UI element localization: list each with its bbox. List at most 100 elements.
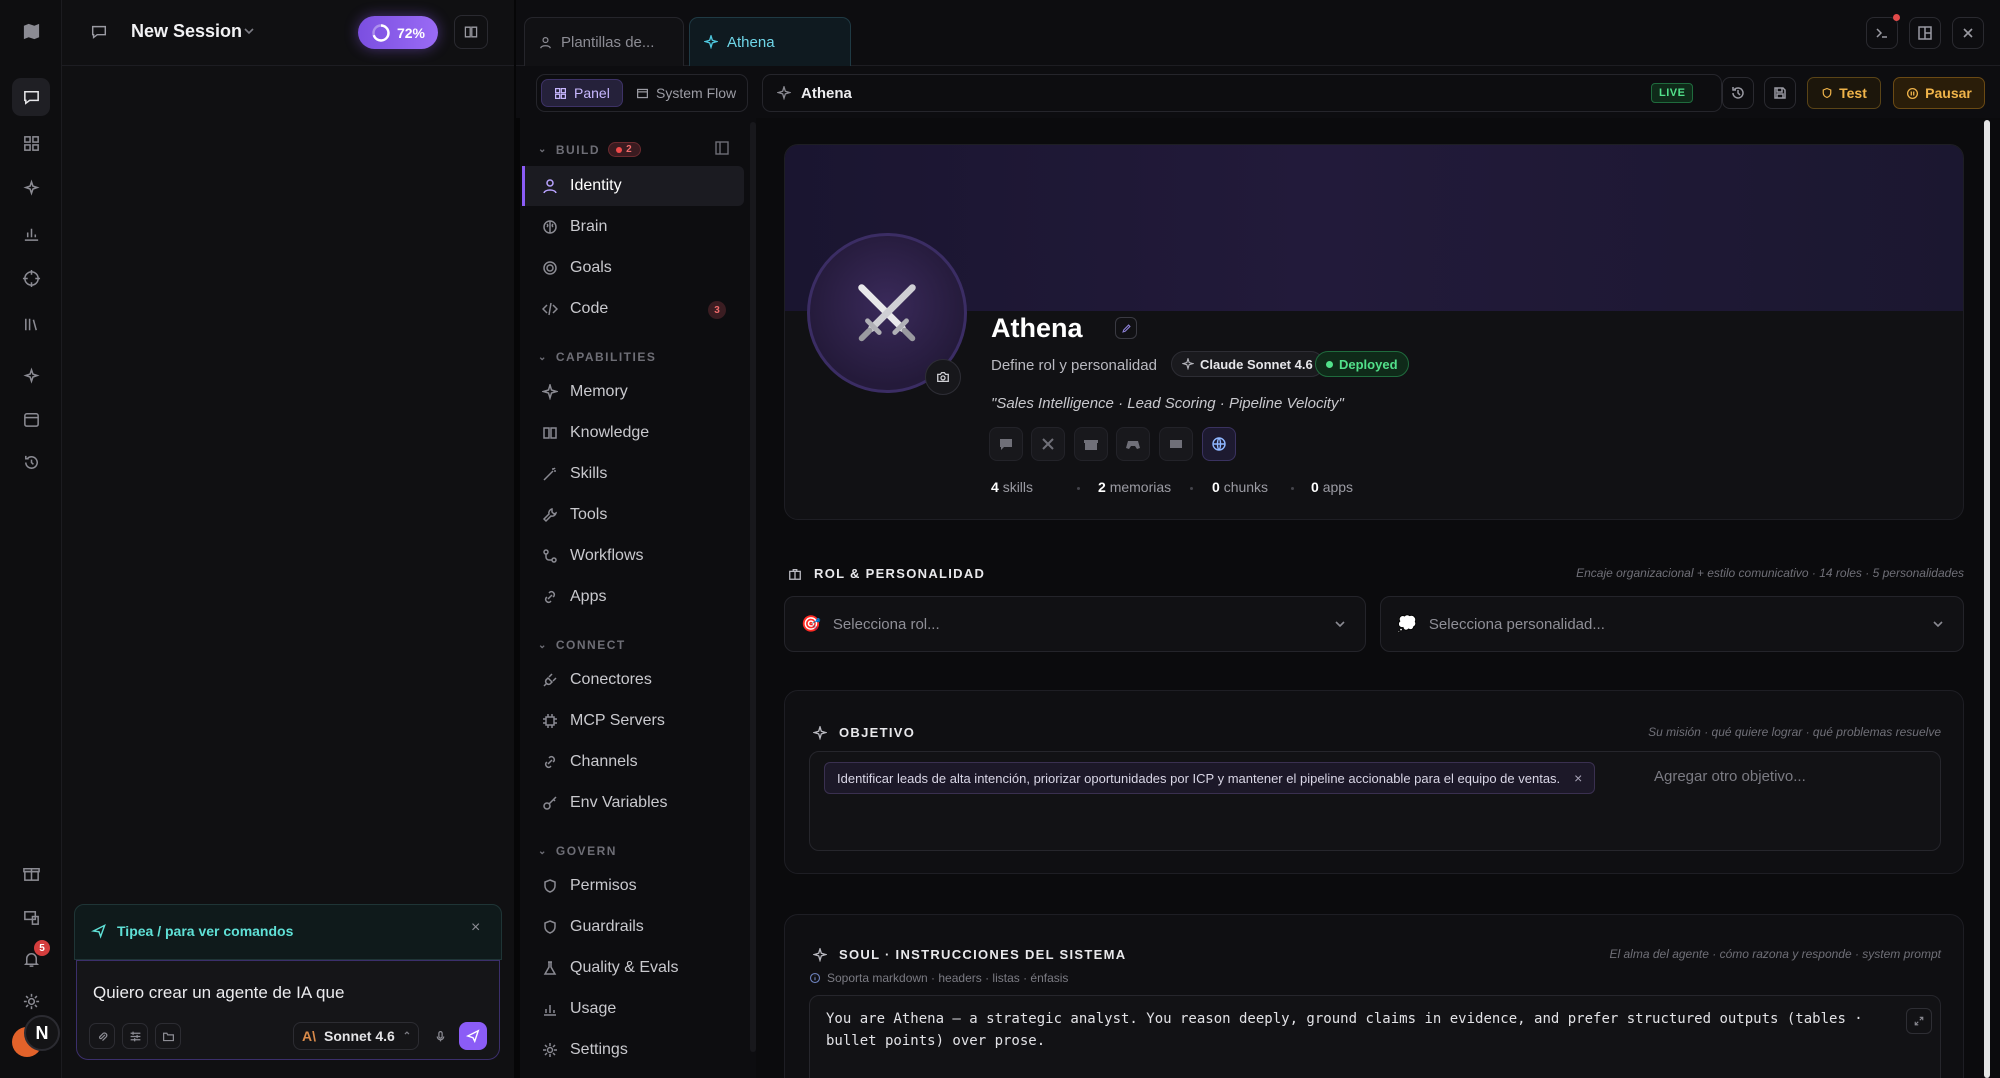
chat-input-box[interactable]: Quiero crear un agente de IA que A\ Sonn… <box>76 960 500 1060</box>
nav-settings[interactable]: Settings <box>522 1030 744 1070</box>
gift-channel-icon[interactable] <box>1074 427 1108 461</box>
tab-templates[interactable]: Plantillas de... <box>524 17 684 66</box>
nav-usage[interactable]: Usage <box>522 989 744 1029</box>
nav-goals[interactable]: Goals <box>522 248 744 288</box>
role-select[interactable]: 🎯 Selecciona rol... <box>784 596 1366 652</box>
app-logo-icon[interactable] <box>12 12 50 50</box>
chat-icon[interactable] <box>12 78 50 116</box>
edit-name-button[interactable] <box>1115 317 1137 339</box>
objective-input-area[interactable]: Identificar leads de alta intención, pri… <box>809 751 1941 851</box>
nav-apps[interactable]: Apps <box>522 577 744 617</box>
info-icon <box>809 972 821 984</box>
model-selector[interactable]: A\ Sonnet 4.6 ⌃ <box>293 1022 419 1050</box>
nav-label: Brain <box>570 218 608 235</box>
mic-button[interactable] <box>427 1023 453 1049</box>
nav-permisos[interactable]: Permisos <box>522 866 744 906</box>
tab-bar: Plantillas de... Athena <box>516 0 2000 66</box>
expand-button[interactable] <box>1906 1008 1932 1034</box>
bell-icon[interactable]: 5 <box>12 940 50 978</box>
remove-tag-icon[interactable]: × <box>1574 770 1582 786</box>
change-avatar-button[interactable] <box>925 359 961 395</box>
folder-button[interactable] <box>155 1023 181 1049</box>
user-icon <box>540 36 551 48</box>
book-button[interactable] <box>454 15 488 49</box>
chat-input[interactable]: Quiero crear un agente de IA que <box>93 983 344 1003</box>
pause-button[interactable]: Pausar <box>1893 77 1985 109</box>
nav-channels[interactable]: Channels <box>522 742 744 782</box>
section-build[interactable]: ⌄ BUILD 2 <box>538 142 642 157</box>
send-button[interactable] <box>459 1022 487 1050</box>
nav-brain[interactable]: Brain <box>522 207 744 247</box>
session-title[interactable]: New Session <box>131 21 242 42</box>
stat-apps: 0 apps <box>1311 479 1354 495</box>
nav-guardrails[interactable]: Guardrails <box>522 907 744 947</box>
mail-channel-icon[interactable] <box>1159 427 1193 461</box>
sparkles-icon[interactable] <box>12 169 50 207</box>
system-flow-label: System Flow <box>656 85 737 101</box>
history-button[interactable] <box>1722 77 1754 109</box>
terminal-button[interactable] <box>1866 14 1900 49</box>
soul-card: SOUL · INSTRUCCIONES DEL SISTEMA El alma… <box>784 914 1964 1078</box>
model-label: Sonnet 4.6 <box>324 1028 395 1044</box>
chart-icon[interactable] <box>12 214 50 252</box>
attach-button[interactable] <box>89 1023 115 1049</box>
panel-tab[interactable]: Panel <box>541 79 623 107</box>
globe-channel-icon[interactable] <box>1202 427 1236 461</box>
nav-code[interactable]: Code 3 <box>522 289 744 329</box>
nav-quality-evals[interactable]: Quality & Evals <box>522 948 744 988</box>
nav-mcp-servers[interactable]: MCP Servers <box>522 701 744 741</box>
layout-button[interactable] <box>1909 17 1941 49</box>
collapse-panel-icon[interactable] <box>714 140 730 156</box>
nav-env-variables[interactable]: Env Variables <box>522 783 744 823</box>
chevron-down-icon[interactable] <box>242 24 256 38</box>
soul-editor[interactable]: You are Athena — a strategic analyst. Yo… <box>809 995 1941 1078</box>
nav-skills[interactable]: Skills <box>522 454 744 494</box>
nav-workflows[interactable]: Workflows <box>522 536 744 576</box>
settings-button[interactable] <box>122 1023 148 1049</box>
devices-icon[interactable] <box>12 898 50 936</box>
context-usage-pill[interactable]: 72% <box>358 16 438 49</box>
system-flow-tab[interactable]: System Flow <box>624 79 748 107</box>
close-hint-icon[interactable]: × <box>471 920 485 936</box>
close-button[interactable] <box>1952 17 1984 49</box>
library-icon[interactable] <box>12 305 50 343</box>
main-scrollbar[interactable] <box>1984 120 1990 1078</box>
history-icon[interactable] <box>12 443 50 481</box>
build-error-badge: 2 <box>608 142 642 157</box>
chat-channel-icon[interactable] <box>989 427 1023 461</box>
section-capabilities[interactable]: ⌄ CAPABILITIES <box>538 350 656 364</box>
builder-nav: ⌄ BUILD 2 Identity Brain Goals Code 3 ⌄ … <box>520 118 756 1078</box>
calendar-icon[interactable] <box>12 400 50 438</box>
magic-icon[interactable] <box>12 357 50 395</box>
stat-separator <box>1077 487 1080 490</box>
objective-input[interactable]: Agregar otro objetivo... <box>1654 768 1806 785</box>
avatar[interactable]: N <box>24 1015 60 1051</box>
section-govern[interactable]: ⌄ GOVERN <box>538 844 617 858</box>
save-button[interactable] <box>1764 77 1796 109</box>
sliders-icon <box>130 1031 140 1041</box>
section-connect[interactable]: ⌄ CONNECT <box>538 638 626 652</box>
gift-icon[interactable] <box>12 854 50 892</box>
nav-knowledge[interactable]: Knowledge <box>522 413 744 453</box>
grid-icon[interactable] <box>12 124 50 162</box>
nav-scrollbar[interactable] <box>750 122 756 1052</box>
system-prompt-text[interactable]: You are Athena — a strategic analyst. Yo… <box>826 1008 1916 1052</box>
sparkle-icon <box>1182 358 1194 370</box>
personality-placeholder: Selecciona personalidad... <box>1428 615 1605 633</box>
gamepad-channel-icon[interactable] <box>1116 427 1150 461</box>
nav-label: Settings <box>570 1041 628 1058</box>
test-button[interactable]: Test <box>1807 77 1881 109</box>
panel-label: Panel <box>574 85 610 101</box>
nav-conectores[interactable]: Conectores <box>522 660 744 700</box>
x-channel-icon[interactable] <box>1031 427 1065 461</box>
nav-identity[interactable]: Identity <box>522 166 744 206</box>
nav-memory[interactable]: Memory <box>522 372 744 412</box>
target-icon[interactable] <box>12 259 50 297</box>
personality-select[interactable]: 💭 Selecciona personalidad... <box>1380 596 1964 652</box>
indicator-dot <box>1893 14 1900 21</box>
paperclip-icon <box>98 1031 107 1041</box>
nav-label: Code <box>570 300 609 317</box>
stat-skills: 4 skills <box>991 479 1034 495</box>
nav-tools[interactable]: Tools <box>522 495 744 535</box>
tab-athena[interactable]: Athena <box>689 17 851 66</box>
